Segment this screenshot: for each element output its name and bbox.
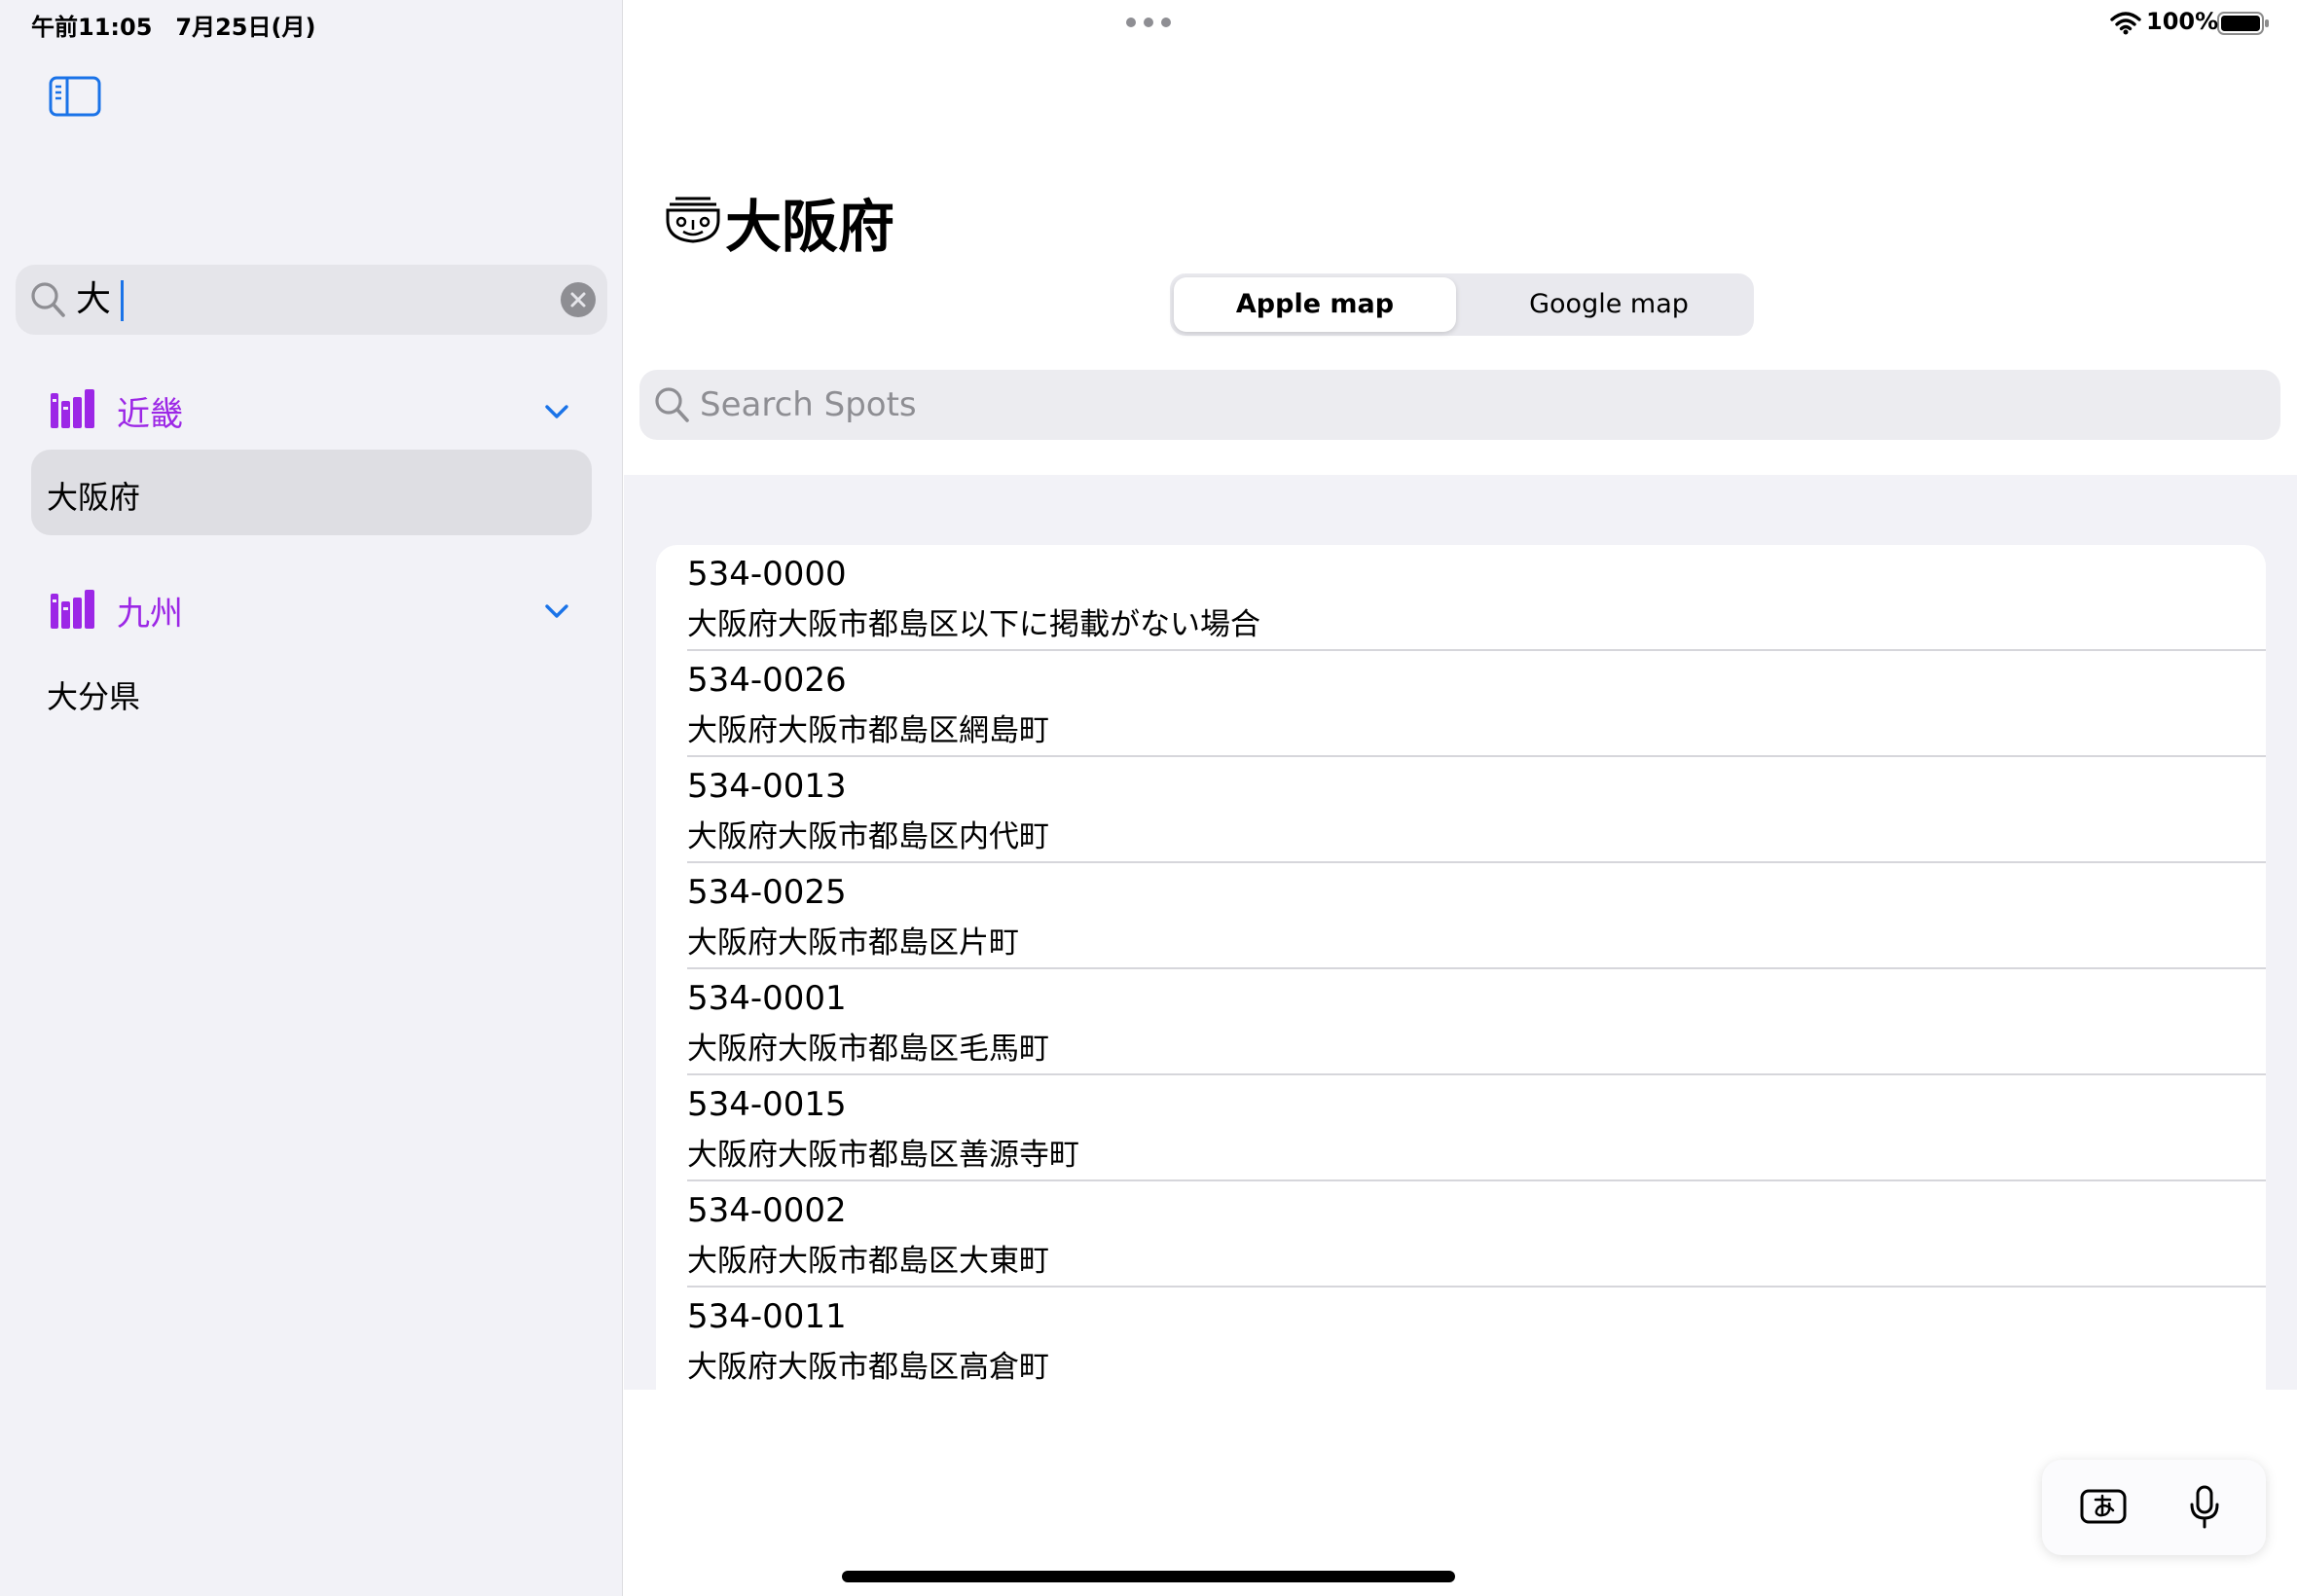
address: 大阪府大阪市都島区大東町 [687, 1244, 1049, 1279]
wifi-icon [2110, 12, 2141, 35]
sidebar-item-oita[interactable]: 大分県 [47, 672, 140, 717]
sidebar-toggle-icon[interactable] [49, 76, 101, 117]
address: 大阪府大阪市都島区網島町 [687, 713, 1049, 748]
spot-list: 534-0000 大阪府大阪市都島区以下に掲載がない場合 534-0026 大阪… [656, 545, 2266, 1390]
battery-icon [2217, 12, 2269, 35]
spot-search-placeholder: Search Spots [700, 385, 917, 424]
list-item[interactable]: 534-0013 大阪府大阪市都島区内代町 [687, 757, 2266, 863]
list-item[interactable]: 534-0025 大阪府大阪市都島区片町 [687, 863, 2266, 969]
section-header-kyushu[interactable]: 九州 [117, 587, 183, 635]
status-time: 午前11:05 7月25日(月) [31, 14, 316, 41]
segment-google-map[interactable]: Google map [1468, 277, 1750, 332]
list-item[interactable]: 534-0015 大阪府大阪市都島区善源寺町 [687, 1075, 2266, 1181]
postal-code: 534-0002 [687, 1191, 847, 1230]
address: 大阪府大阪市都島区片町 [687, 925, 1019, 961]
segment-apple-map[interactable]: Apple map [1174, 277, 1456, 332]
home-indicator[interactable] [842, 1571, 1455, 1582]
postal-code: 534-0013 [687, 767, 847, 806]
clear-search-button[interactable] [561, 282, 596, 317]
sidebar-search-field[interactable]: 大 [16, 265, 607, 335]
address: 大阪府大阪市都島区内代町 [687, 819, 1049, 854]
prefecture-mascot-icon [666, 197, 720, 243]
sidebar-search-input[interactable]: 大 [76, 278, 111, 321]
map-provider-segmented-control: Apple map Google map [1170, 273, 1754, 336]
multitasking-dots-icon[interactable] [1124, 14, 1173, 33]
spot-search-field[interactable]: Search Spots [639, 370, 2280, 440]
postal-code: 534-0001 [687, 979, 847, 1018]
keyboard-accessory-bar [2042, 1460, 2266, 1555]
postal-code: 534-0000 [687, 555, 847, 594]
address: 大阪府大阪市都島区高倉町 [687, 1350, 1049, 1385]
search-icon [31, 282, 65, 317]
postal-code: 534-0011 [687, 1297, 847, 1336]
address: 大阪府大阪市都島区毛馬町 [687, 1032, 1049, 1067]
list-item[interactable]: 534-0001 大阪府大阪市都島区毛馬町 [687, 969, 2266, 1075]
page-title: 大阪府 [725, 194, 895, 260]
list-item[interactable]: 534-0026 大阪府大阪市都島区網島町 [687, 651, 2266, 757]
postal-code: 534-0025 [687, 873, 847, 912]
postal-code: 534-0026 [687, 661, 847, 700]
text-caret [121, 280, 124, 321]
list-item[interactable]: 534-0011 大阪府大阪市都島区高倉町 [687, 1288, 2266, 1390]
list-item[interactable]: 534-0002 大阪府大阪市都島区大東町 [687, 1181, 2266, 1288]
list-item[interactable]: 534-0000 大阪府大阪市都島区以下に掲載がない場合 [687, 545, 2266, 651]
chevron-down-icon[interactable] [543, 403, 570, 420]
address: 大阪府大阪市都島区以下に掲載がない場合 [687, 607, 1260, 642]
sidebar-list [0, 370, 622, 1596]
address: 大阪府大阪市都島区善源寺町 [687, 1138, 1079, 1173]
japanese-input-icon[interactable] [2079, 1483, 2128, 1530]
microphone-icon[interactable] [2188, 1485, 2221, 1530]
section-header-kinki[interactable]: 近畿 [117, 387, 183, 435]
battery-percentage: 100% [2146, 8, 2219, 35]
search-icon [655, 387, 689, 422]
close-icon [570, 292, 586, 308]
postal-code: 534-0015 [687, 1085, 847, 1124]
books-icon [51, 389, 94, 428]
chevron-down-icon[interactable] [543, 602, 570, 620]
sidebar-item-osaka[interactable]: 大阪府 [47, 473, 140, 518]
books-icon [51, 590, 94, 629]
